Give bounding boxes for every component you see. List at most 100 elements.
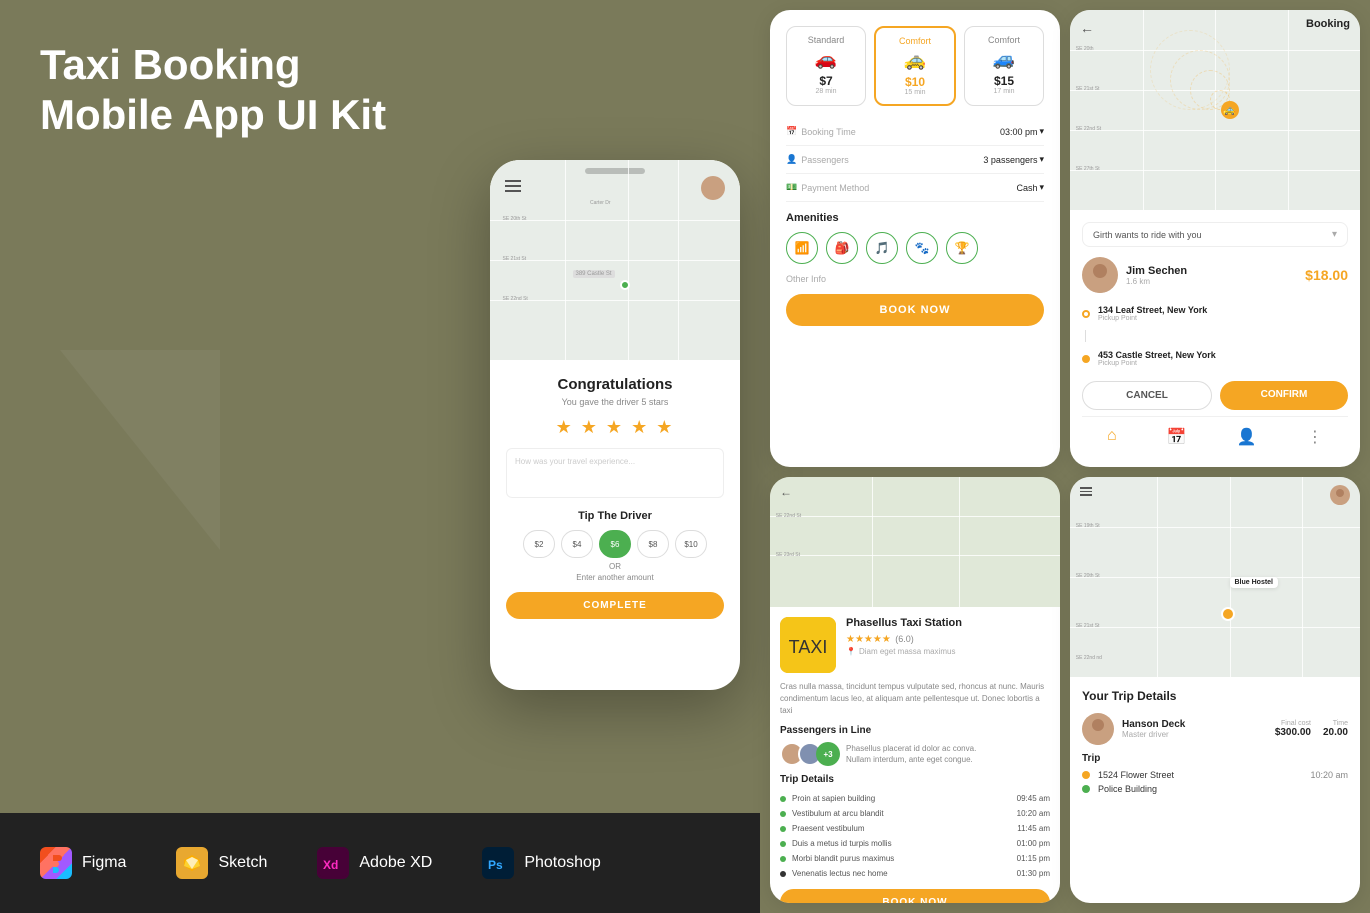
nav-calendar[interactable]: 📅 xyxy=(1167,427,1187,447)
girth-text: Girth wants to ride with you xyxy=(1093,230,1202,240)
cancel-button[interactable]: CANCEL xyxy=(1082,381,1212,410)
trip-map: SE 19th St SE 20th St SE 21st St SE 22nd… xyxy=(1070,477,1360,677)
amenity-trophy[interactable]: 🏆 xyxy=(946,232,978,264)
ride-comfort[interactable]: Comfort 🚕 $10 15 min xyxy=(874,26,956,106)
station-content: TAXI Phasellus Taxi Station ★★★★★ (6.0) … xyxy=(770,607,1060,903)
tip-10[interactable]: $10 xyxy=(675,530,707,558)
trip-cost-info: Final cost $300.00 Time 20.00 xyxy=(1275,720,1348,738)
time-value: 20.00 xyxy=(1323,727,1348,738)
user-avatar-map xyxy=(701,176,725,200)
book-now-button-1[interactable]: BOOK NOW xyxy=(786,294,1044,326)
passenger-avatars: +3 xyxy=(780,742,840,766)
trip-dot-2 xyxy=(780,811,786,817)
trip-user-avatar xyxy=(1330,485,1350,505)
station-description: Cras nulla massa, tincidunt tempus vulpu… xyxy=(780,681,1050,717)
trip-driver-avatar xyxy=(1082,713,1114,745)
trip-driver-name: Hanson Deck xyxy=(1122,719,1185,730)
tool-adobe-xd: Xd Adobe XD xyxy=(317,847,432,879)
station-image: TAXI xyxy=(780,617,836,673)
trip-driver-row: Hanson Deck Master driver Final cost $30… xyxy=(1082,713,1348,745)
station-name: Phasellus Taxi Station xyxy=(846,617,962,629)
pass-text: Phasellus placerat id dolor ac conva. Nu… xyxy=(846,743,976,765)
trip-stop-1: 1524 Flower Street 10:20 am xyxy=(1082,770,1348,780)
amenity-wifi[interactable]: 📶 xyxy=(786,232,818,264)
xd-label: Adobe XD xyxy=(359,854,432,872)
main-title: Taxi Booking Mobile App UI Kit xyxy=(40,40,720,141)
sketch-label: Sketch xyxy=(218,854,267,872)
back-arrow-booking[interactable]: ← xyxy=(1080,20,1094,36)
location-details: 134 Leaf Street, New York Pickup Point 4… xyxy=(1082,301,1348,371)
amenity-pet[interactable]: 🐾 xyxy=(906,232,938,264)
tip-8[interactable]: $8 xyxy=(637,530,669,558)
trip-dot-4 xyxy=(780,841,786,847)
driver-price: $18.00 xyxy=(1305,267,1348,283)
pickup-dot xyxy=(1082,310,1090,318)
passengers-title: Passengers in Line xyxy=(780,725,1050,736)
hostel-label: Blue Hostel xyxy=(1230,577,1279,588)
congrats-title: Congratulations xyxy=(506,376,724,393)
pickup-location: 134 Leaf Street, New York Pickup Point xyxy=(1082,301,1348,326)
amenity-bag[interactable]: 🎒 xyxy=(826,232,858,264)
hamburger-menu[interactable] xyxy=(505,180,521,192)
station-rating: (6.0) xyxy=(895,634,914,644)
svg-text:TAXI: TAXI xyxy=(789,637,828,657)
trip-row-1: Proin at sapien building 09:45 am xyxy=(780,791,1050,806)
passengers-field: 👤Passengers 3 passengers▾ xyxy=(786,146,1044,174)
trip-dot-5 xyxy=(780,856,786,862)
tip-6[interactable]: $6 xyxy=(599,530,631,558)
ride-standard[interactable]: Standard 🚗 $7 28 min xyxy=(786,26,866,106)
girth-expand[interactable]: ▾ xyxy=(1332,229,1337,240)
trip-hamburger[interactable] xyxy=(1080,487,1092,496)
pickup-label: 134 Leaf Street, New York xyxy=(1098,305,1207,315)
nav-profile[interactable]: 👤 xyxy=(1237,427,1257,447)
tip-4[interactable]: $4 xyxy=(561,530,593,558)
svg-text:Xd: Xd xyxy=(323,858,338,872)
tool-sketch: Sketch xyxy=(176,847,267,879)
stop-dot-green xyxy=(1082,785,1090,793)
trip-section-title: Trip xyxy=(1082,753,1348,764)
trip-content: Your Trip Details Hanson Deck Master dri… xyxy=(1070,677,1360,810)
tip-options: $2 $4 $6 $8 $10 xyxy=(506,530,724,558)
amenity-music[interactable]: 🎵 xyxy=(866,232,898,264)
dropoff-sub: Pickup Point xyxy=(1098,360,1216,367)
tip-section: Tip The Driver $2 $4 $6 $8 $10 OR Enter … xyxy=(506,510,724,582)
nav-home[interactable]: ⌂ xyxy=(1107,427,1117,447)
trip-stop-2: Police Building xyxy=(1082,784,1348,794)
confirm-button[interactable]: CONFIRM xyxy=(1220,381,1348,410)
ps-icon: Ps xyxy=(482,847,514,879)
tip-title: Tip The Driver xyxy=(506,510,724,522)
tip-2[interactable]: $2 xyxy=(523,530,555,558)
panel-trip-details: SE 19th St SE 20th St SE 21st St SE 22nd… xyxy=(1070,477,1360,903)
trip-list: Proin at sapien building 09:45 am Vestib… xyxy=(780,791,1050,881)
rating-stars: ★ ★ ★ ★ ★ xyxy=(506,417,724,438)
trip-driver-info: Hanson Deck Master driver xyxy=(1122,719,1185,739)
stop-time-1: 10:20 am xyxy=(1310,770,1348,780)
amenities-title: Amenities xyxy=(786,212,1044,224)
sketch-icon xyxy=(176,847,208,879)
xd-icon: Xd xyxy=(317,847,349,879)
phone-map: SE 20th St SE 21st St SE 22nd St Carter … xyxy=(490,160,740,360)
station-back-arrow[interactable]: ← xyxy=(780,485,792,499)
station-map: SE 22nd St SE 23rd St ← xyxy=(770,477,1060,607)
panel-station: SE 22nd St SE 23rd St ← TAXI Phasellus T… xyxy=(770,477,1060,903)
location-connector xyxy=(1085,330,1086,342)
bottom-toolbar: Figma Sketch Xd Adobe XD Ps xyxy=(0,813,760,913)
booking-content: Girth wants to ride with you ▾ Jim Seche… xyxy=(1070,210,1360,467)
travel-experience-input[interactable]: How was your travel experience... xyxy=(506,448,724,498)
nav-more[interactable]: ⋮ xyxy=(1307,427,1323,447)
ride-comfort2[interactable]: Comfort 🚙 $15 17 min xyxy=(964,26,1044,106)
driver-name: Jim Sechen xyxy=(1126,265,1187,277)
dropoff-label: 453 Castle Street, New York xyxy=(1098,350,1216,360)
figma-label: Figma xyxy=(82,854,126,872)
tool-figma: Figma xyxy=(40,847,126,879)
right-section: Standard 🚗 $7 28 min Comfort 🚕 $10 15 mi… xyxy=(760,0,1370,913)
other-info-label: Other Info xyxy=(786,274,1044,284)
pass-count: +3 xyxy=(816,742,840,766)
trip-row-5: Morbi blandit purus maximus 01:15 pm xyxy=(780,851,1050,866)
trip-dot-3 xyxy=(780,826,786,832)
booking-map: SE 20th SE 21st St SE 22nd St SE 27th St… xyxy=(1070,10,1360,210)
stop-dot-yellow xyxy=(1082,771,1090,779)
book-now-button-2[interactable]: BOOK NOW xyxy=(780,889,1050,903)
complete-button[interactable]: COMPLETE xyxy=(506,592,724,619)
driver-avatar xyxy=(1082,257,1118,293)
